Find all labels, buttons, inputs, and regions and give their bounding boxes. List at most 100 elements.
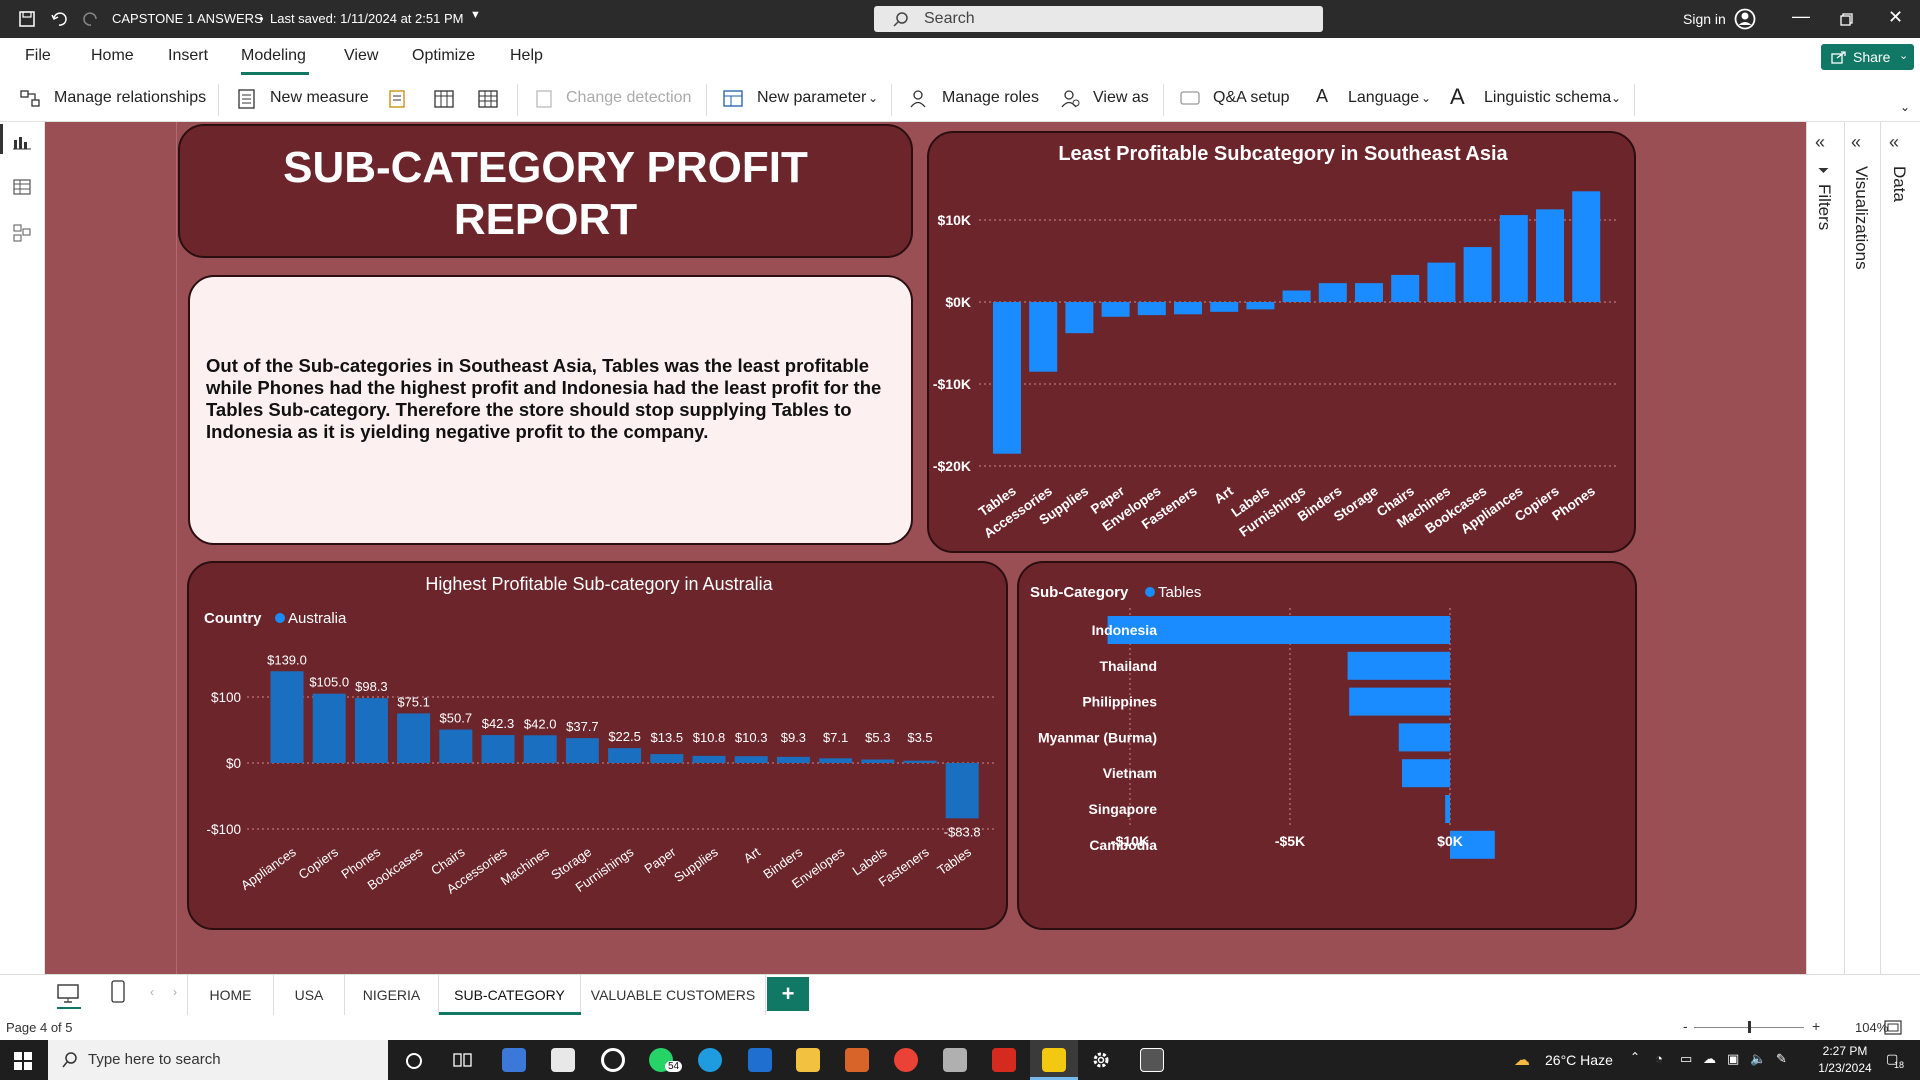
new-table-icon[interactable]: [478, 89, 498, 109]
zoom-out-button[interactable]: -: [1683, 1018, 1688, 1034]
show-hidden-icons[interactable]: ⌃: [1630, 1050, 1640, 1064]
settings-icon[interactable]: [1091, 1050, 1111, 1070]
sign-in-link[interactable]: Sign in: [1683, 11, 1726, 27]
chevron-down-icon[interactable]: ⌄: [1421, 91, 1431, 105]
menu-help[interactable]: Help: [510, 47, 543, 65]
vscode-icon[interactable]: [748, 1048, 772, 1072]
change-detection-button[interactable]: Change detection: [566, 89, 691, 107]
collapse-data-icon[interactable]: «: [1889, 132, 1899, 153]
bar[interactable]: [903, 760, 937, 763]
linguistic-schema-button[interactable]: Linguistic schema: [1484, 89, 1611, 107]
scroll-right-icon[interactable]: ›: [173, 985, 177, 999]
view-as-button[interactable]: View as: [1093, 89, 1149, 107]
tab-usa[interactable]: USA: [274, 975, 345, 1015]
share-button[interactable]: Share ⌄: [1821, 44, 1914, 70]
bar[interactable]: [1355, 283, 1383, 302]
tab-nigeria[interactable]: NIGERIA: [345, 975, 439, 1015]
menu-optimize[interactable]: Optimize: [412, 47, 475, 65]
filters-pane-tab[interactable]: Filters: [1814, 184, 1834, 230]
close-icon[interactable]: ✕: [1888, 7, 1903, 28]
minimize-icon[interactable]: —: [1792, 6, 1810, 27]
bar[interactable]: [1499, 215, 1528, 302]
new-measure-button[interactable]: New measure: [270, 89, 369, 107]
restore-icon[interactable]: [1840, 13, 1853, 26]
chrome-icon[interactable]: [894, 1048, 918, 1072]
bar[interactable]: [608, 748, 642, 763]
snipping-tool-icon[interactable]: [845, 1048, 869, 1072]
manage-roles-button[interactable]: Manage roles: [942, 89, 1039, 107]
zoom-slider-thumb[interactable]: [1748, 1021, 1751, 1033]
task-view-icon[interactable]: [453, 1051, 473, 1069]
bar[interactable]: [692, 755, 726, 763]
bar[interactable]: [1463, 247, 1492, 302]
insight-text-box[interactable]: Out of the Sub-categories in Southeast A…: [188, 275, 913, 545]
bar[interactable]: [565, 738, 599, 763]
volume-icon[interactable]: 🔈: [1750, 1051, 1766, 1067]
pen-icon[interactable]: ✎: [1776, 1051, 1787, 1067]
table-view-icon[interactable]: [13, 179, 31, 195]
bar[interactable]: [1347, 651, 1450, 680]
report-title-box[interactable]: SUB-CATEGORY PROFIT REPORT: [178, 124, 913, 258]
save-icon[interactable]: [18, 10, 36, 28]
bar[interactable]: [776, 756, 810, 763]
bar[interactable]: [1427, 262, 1456, 302]
new-column-icon[interactable]: [434, 89, 454, 109]
bar[interactable]: [993, 302, 1021, 454]
fit-to-page-icon[interactable]: [1884, 1020, 1902, 1035]
bar[interactable]: [1572, 191, 1601, 302]
scroll-left-icon[interactable]: ‹: [150, 985, 154, 999]
bar[interactable]: [1282, 290, 1311, 302]
bar[interactable]: [1065, 302, 1094, 334]
data-pane-tab[interactable]: Data: [1889, 166, 1909, 202]
tab-sub-category[interactable]: SUB-CATEGORY: [439, 975, 581, 1015]
bar[interactable]: [650, 754, 684, 763]
bar[interactable]: [1318, 283, 1347, 302]
file-explorer-icon[interactable]: [796, 1048, 820, 1072]
collapse-filters-icon[interactable]: «: [1815, 132, 1825, 153]
bar[interactable]: [312, 693, 346, 763]
menu-home[interactable]: Home: [91, 47, 134, 65]
quick-measure-icon[interactable]: [388, 89, 408, 109]
display-icon[interactable]: ▣: [1727, 1051, 1739, 1067]
menu-view[interactable]: View: [344, 47, 378, 65]
taskbar-search[interactable]: Type here to search: [48, 1040, 388, 1080]
network-icon[interactable]: ◔: [1655, 1051, 1663, 1066]
power-bi-icon[interactable]: [1042, 1048, 1066, 1072]
bar[interactable]: [1391, 274, 1420, 302]
bar[interactable]: [1029, 302, 1058, 372]
chevron-down-icon[interactable]: ▼: [470, 9, 481, 21]
manage-relationships-button[interactable]: Manage relationships: [54, 89, 206, 107]
bar[interactable]: [861, 759, 895, 763]
bar[interactable]: [481, 735, 515, 763]
bar[interactable]: [1137, 302, 1166, 316]
desktop-layout-icon[interactable]: [57, 983, 79, 1005]
visualizations-pane-tab[interactable]: Visualizations: [1851, 166, 1871, 270]
obs-icon[interactable]: [601, 1048, 625, 1072]
printer-icon[interactable]: [943, 1048, 967, 1072]
bar[interactable]: [439, 729, 473, 763]
bar[interactable]: [1107, 616, 1450, 644]
model-view-icon[interactable]: [13, 224, 31, 242]
taskbar-time[interactable]: 2:27 PM: [1810, 1044, 1880, 1058]
bar[interactable]: [523, 735, 557, 763]
bar[interactable]: [1536, 209, 1564, 302]
battery-icon[interactable]: ▭: [1680, 1051, 1692, 1067]
bar[interactable]: [1402, 759, 1450, 788]
pdf-icon[interactable]: [992, 1048, 1016, 1072]
taskbar-date[interactable]: 1/23/2024: [1810, 1061, 1880, 1075]
tab-valuable-customers[interactable]: VALUABLE CUSTOMERS: [581, 975, 766, 1015]
bar[interactable]: [1398, 723, 1450, 752]
7zip-icon[interactable]: [1140, 1048, 1164, 1072]
redo-icon[interactable]: [82, 10, 100, 28]
chevron-down-icon[interactable]: ⌄: [868, 91, 878, 105]
undo-icon[interactable]: [50, 10, 68, 28]
bar[interactable]: [397, 713, 431, 763]
add-page-button[interactable]: +: [767, 977, 809, 1011]
mail-icon[interactable]: [551, 1048, 575, 1072]
bar[interactable]: [354, 698, 388, 763]
zoom-in-button[interactable]: +: [1812, 1018, 1820, 1034]
bar[interactable]: [734, 756, 768, 763]
menu-insert[interactable]: Insert: [168, 47, 208, 65]
bar[interactable]: [1210, 302, 1239, 312]
bar[interactable]: [1174, 302, 1202, 315]
